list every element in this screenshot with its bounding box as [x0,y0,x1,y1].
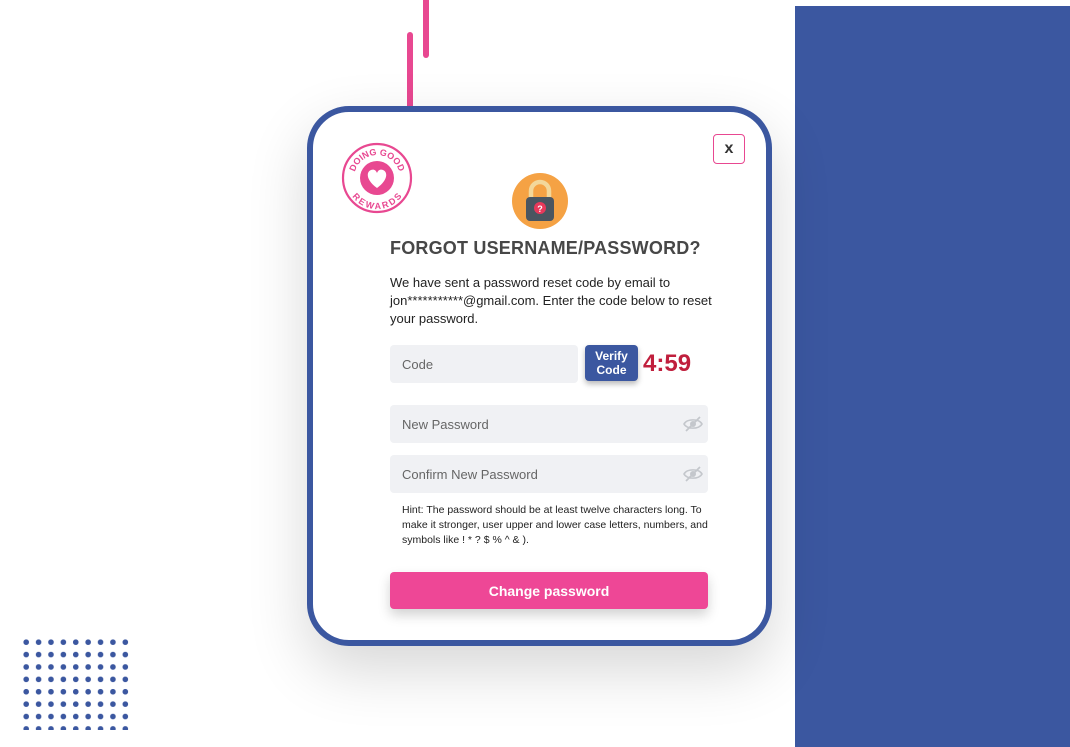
background-blue-panel [795,6,1070,747]
new-password-input[interactable] [390,405,708,443]
change-password-button[interactable]: Change password [390,572,708,609]
forgot-password-modal: DOING GOOD REWARDS x ? FORGOT USERNAME/P… [307,106,772,646]
password-hint: Hint: The password should be at least tw… [402,504,708,546]
padlock-question-icon: ? [511,172,569,230]
decorative-dot-grid [20,636,130,730]
close-button[interactable]: x [713,134,745,164]
heart-badge-icon: DOING GOOD REWARDS [341,142,413,214]
svg-text:?: ? [537,204,543,214]
verify-label-line1: Verify [595,349,628,363]
instructions-text: We have sent a password reset code by em… [390,275,712,326]
decorative-line [407,32,413,110]
decorative-line [423,0,429,58]
verify-label-line2: Code [596,363,627,377]
verify-code-button[interactable]: Verify Code [585,345,638,381]
countdown-timer: 4:59 [643,350,692,377]
confirm-password-input[interactable] [390,455,708,493]
page-title: FORGOT USERNAME/PASSWORD? [390,238,701,258]
doing-good-rewards-logo: DOING GOOD REWARDS [341,142,413,214]
close-icon: x [724,140,734,157]
eye-off-icon[interactable] [683,466,703,482]
code-input[interactable] [390,345,578,383]
eye-off-icon[interactable] [683,416,703,432]
